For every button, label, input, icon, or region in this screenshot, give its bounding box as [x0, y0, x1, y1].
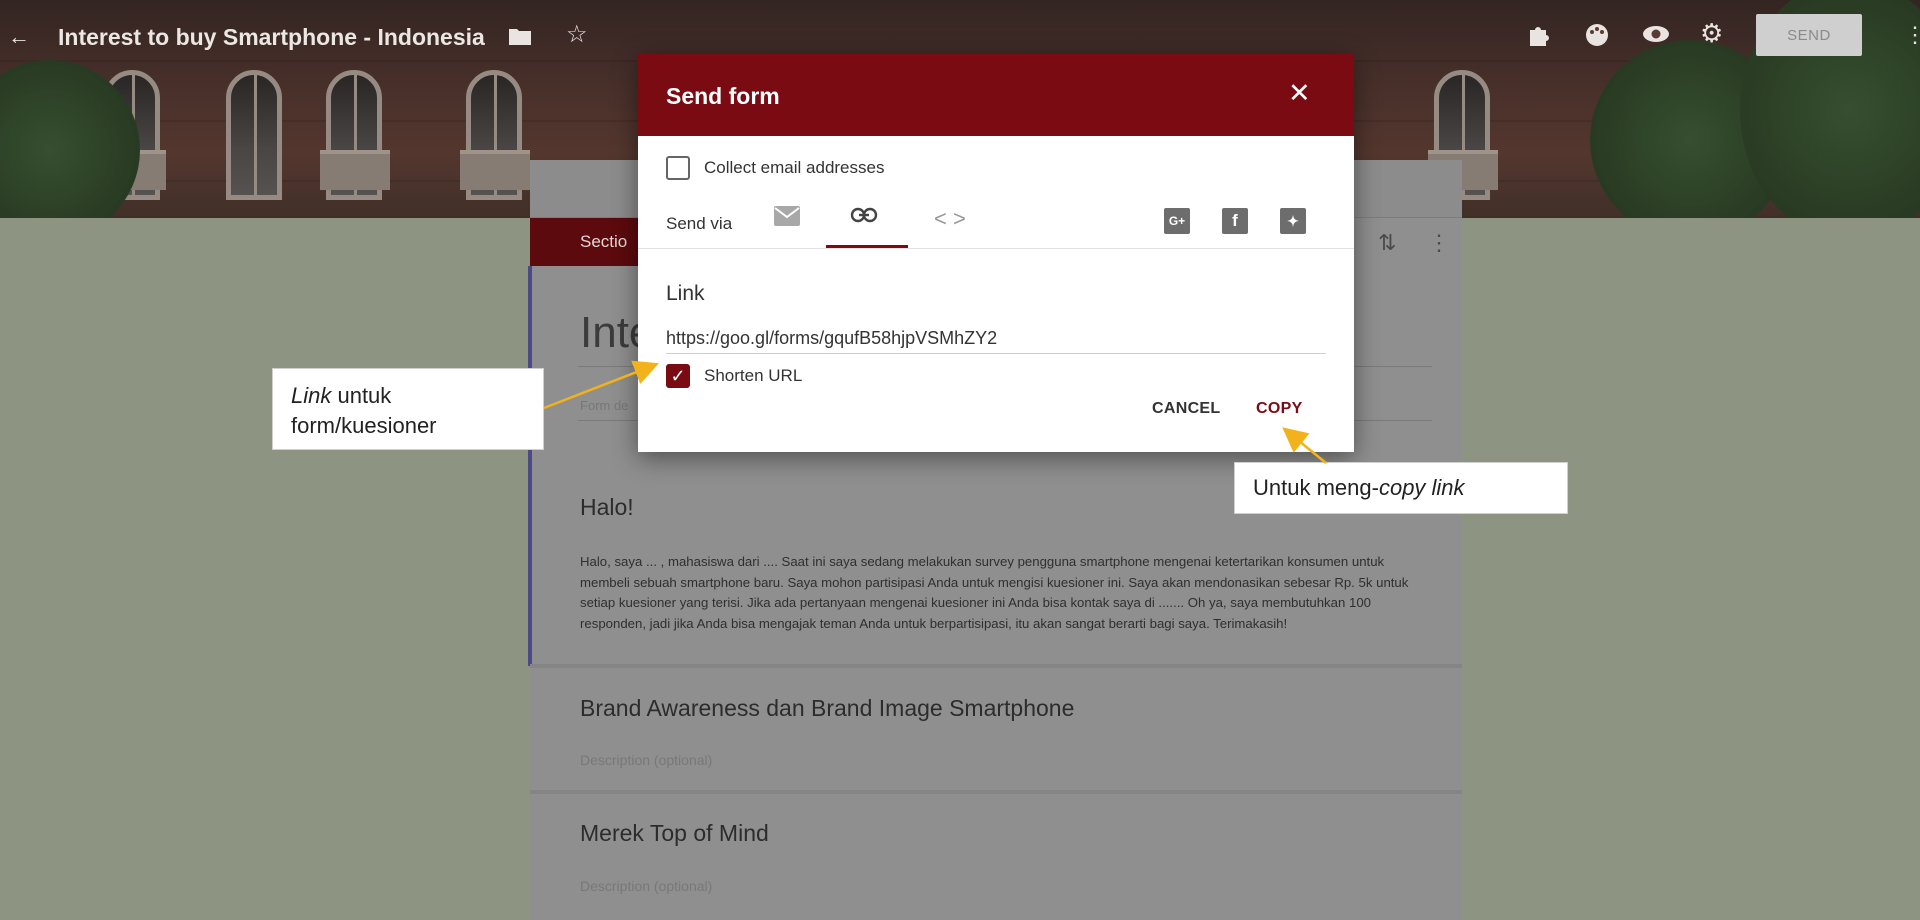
folder-icon[interactable] — [508, 26, 532, 50]
form-title: Interest to buy Smartphone - Indonesia — [58, 24, 485, 50]
shorten-url-checkbox[interactable]: ✓ — [666, 364, 690, 388]
shorten-url-label[interactable]: Shorten URL — [704, 366, 802, 386]
collapse-icon[interactable]: ⇅ — [1378, 230, 1396, 256]
section-more-icon[interactable]: ⋮ — [1428, 230, 1450, 256]
addon-puzzle-icon[interactable] — [1526, 22, 1552, 52]
section-divider — [530, 664, 1462, 668]
active-section-accent — [528, 266, 532, 666]
callout-italic-text: Link — [291, 383, 332, 408]
dialog-header: Send form ✕ — [638, 54, 1354, 136]
section-title[interactable]: Merek Top of Mind — [580, 820, 769, 847]
section-description[interactable]: Halo, saya ... , mahasiswa dari .... Saa… — [580, 552, 1430, 634]
section-description-placeholder[interactable]: Description (optional) — [580, 752, 712, 768]
facebook-icon[interactable]: f — [1222, 208, 1248, 234]
section-tab-chip[interactable]: Sectio — [530, 218, 650, 266]
back-arrow-icon[interactable]: ← — [8, 26, 30, 48]
annotation-link-callout: Link untuk form/kuesioner — [272, 368, 544, 450]
section-divider — [530, 790, 1462, 794]
star-icon[interactable]: ☆ — [566, 23, 588, 47]
link-icon[interactable] — [850, 204, 878, 232]
callout-text: untuk — [331, 383, 392, 408]
callout-text: form/kuesioner — [291, 413, 437, 438]
google-plus-icon[interactable]: G+ — [1164, 208, 1190, 234]
annotation-copy-callout: Untuk meng-copy link — [1234, 462, 1568, 514]
link-label: Link — [666, 282, 705, 305]
collect-email-label[interactable]: Collect email addresses — [704, 158, 884, 178]
link-url-field[interactable] — [666, 328, 1326, 349]
dialog-title: Send form — [666, 83, 780, 109]
embed-code-icon[interactable]: < > — [934, 206, 966, 232]
form-description-input[interactable]: Form de — [580, 398, 628, 413]
send-button[interactable]: SEND — [1756, 14, 1862, 56]
section-title[interactable]: Brand Awareness dan Brand Image Smartpho… — [580, 695, 1074, 722]
more-vert-icon[interactable]: ⋮ — [1904, 24, 1920, 46]
link-url-underline — [666, 353, 1326, 354]
copy-button[interactable]: COPY — [1256, 400, 1303, 418]
dialog-divider — [638, 248, 1354, 249]
close-icon[interactable]: ✕ — [1288, 80, 1311, 107]
email-icon[interactable] — [774, 206, 800, 232]
section-title[interactable]: Halo! — [580, 494, 634, 521]
preview-eye-icon[interactable] — [1642, 24, 1670, 48]
callout-text: Untuk meng- — [1253, 475, 1379, 500]
send-form-dialog: Send form ✕ Collect email addresses Send… — [638, 54, 1354, 452]
cancel-button[interactable]: CANCEL — [1152, 400, 1220, 418]
section-chip-label: Sectio — [580, 232, 628, 251]
collect-email-checkbox[interactable] — [666, 156, 690, 180]
send-via-label: Send via — [666, 214, 733, 233]
section-description-placeholder[interactable]: Description (optional) — [580, 878, 712, 894]
twitter-icon[interactable]: ✦ — [1280, 208, 1306, 234]
palette-icon[interactable] — [1584, 22, 1610, 52]
callout-italic-text: copy link — [1378, 475, 1465, 500]
settings-gear-icon[interactable]: ⚙ — [1700, 20, 1723, 46]
